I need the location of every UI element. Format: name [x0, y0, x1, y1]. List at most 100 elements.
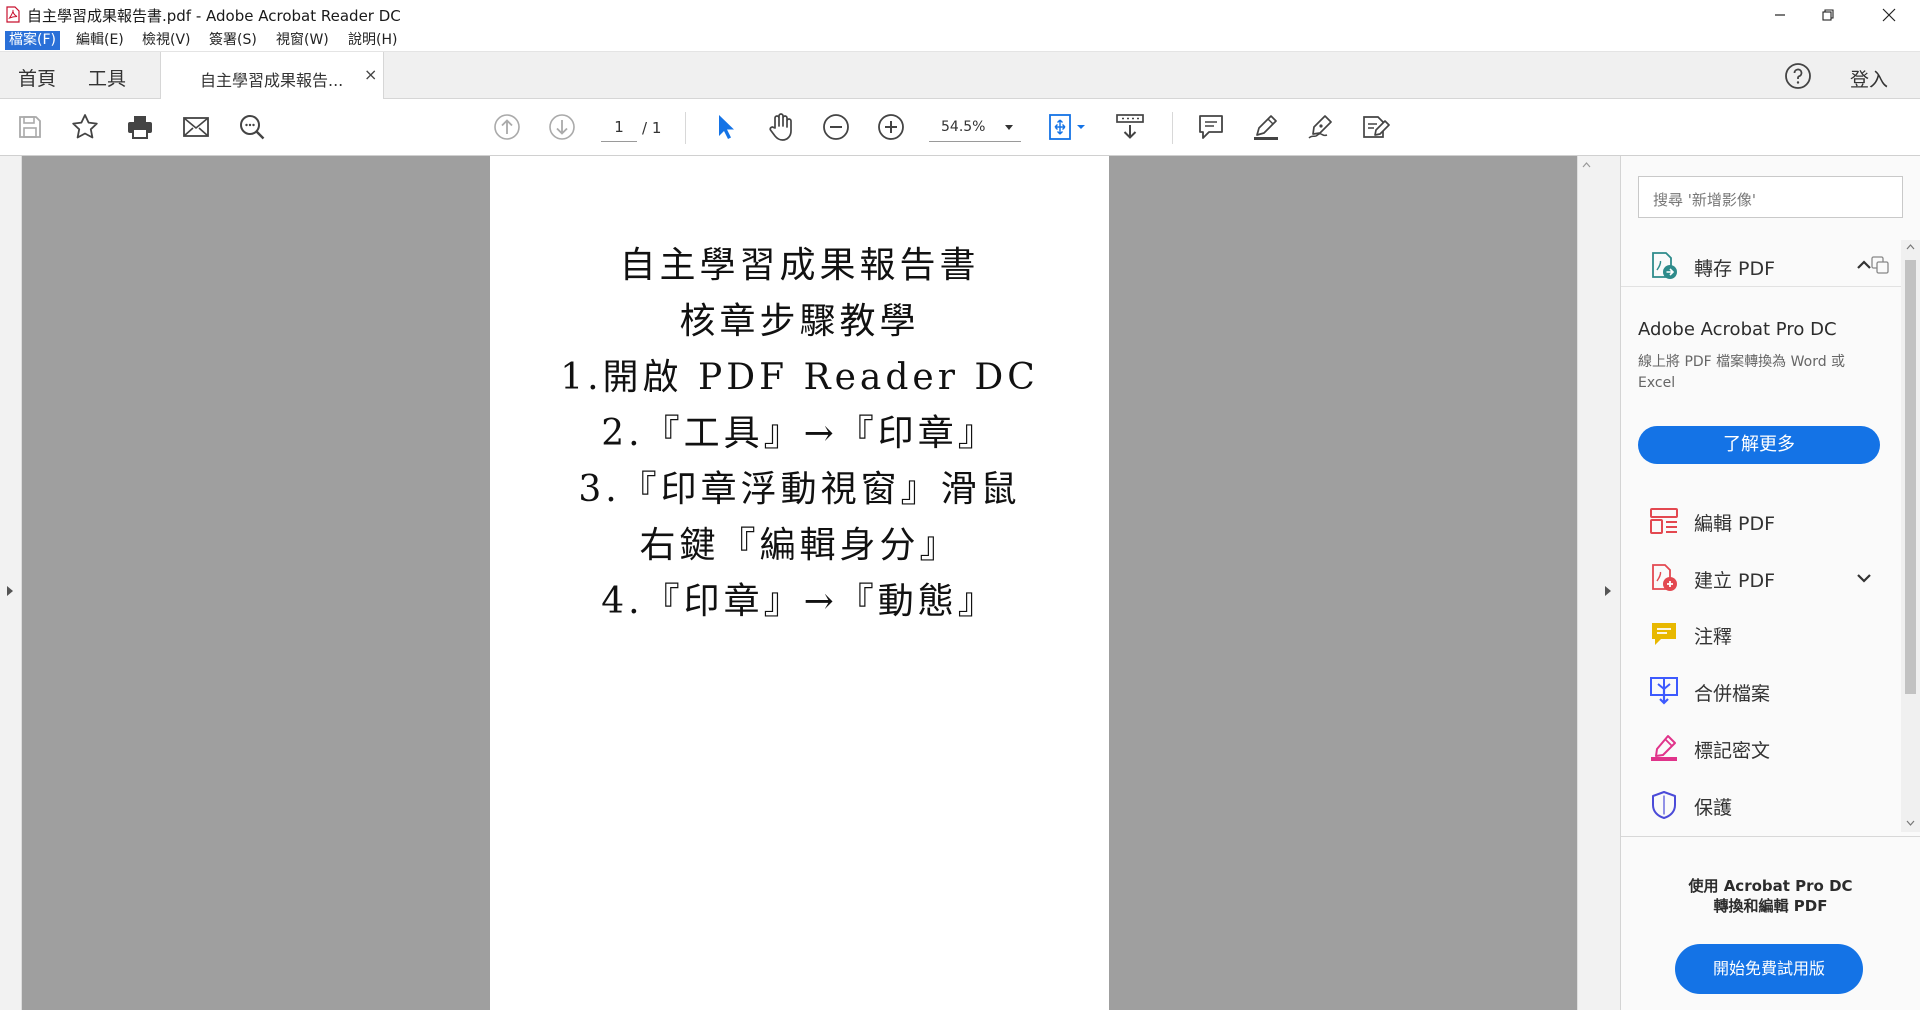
copy-icon — [1871, 256, 1889, 274]
zoom-out-button[interactable] — [820, 111, 852, 143]
next-page-button[interactable] — [546, 111, 578, 143]
arrow-down-circle-icon — [549, 114, 575, 140]
page-text-line: 3.『印章浮動視窗』滑鼠 — [578, 469, 1021, 510]
pdf-page: 自主學習成果報告書 核章步驟教學 1.開啟 PDF Reader DC 2.『工… — [490, 156, 1109, 1010]
menu-bar: 檔案(F) 編輯(E) 檢視(V) 簽署(S) 視窗(W) 說明(H) — [0, 29, 1920, 52]
bookmark-button[interactable] — [69, 111, 101, 143]
scroll-mode-button[interactable] — [1114, 111, 1146, 143]
menu-file[interactable]: 檔案(F) — [5, 31, 60, 50]
menu-help[interactable]: 說明(H) — [344, 31, 401, 50]
highlight-button[interactable] — [1250, 111, 1282, 143]
sign-button[interactable] — [1305, 111, 1337, 143]
tool-combine-files[interactable]: 合併檔案 — [1621, 671, 1901, 711]
zoom-in-button[interactable] — [875, 111, 907, 143]
previous-page-button[interactable] — [491, 111, 523, 143]
chevron-down-icon[interactable] — [1856, 573, 1872, 583]
close-window-button[interactable] — [1866, 0, 1912, 29]
tool-redact[interactable]: 標記密文 — [1621, 728, 1901, 768]
find-button[interactable] — [236, 111, 268, 143]
signin-link[interactable]: 登入 — [1850, 65, 1888, 92]
save-button[interactable] — [14, 111, 46, 143]
minus-circle-icon — [823, 114, 849, 140]
page-text-line: 自主學習成果報告書 — [619, 245, 980, 286]
tool-create-pdf[interactable]: 建立 PDF — [1621, 558, 1901, 598]
restore-icon — [1822, 8, 1834, 21]
stamp-icon — [1363, 116, 1390, 138]
cursor-arrow-icon — [719, 115, 734, 139]
tab-document[interactable]: 自主學習成果報告... × — [160, 52, 384, 99]
tool-edit-pdf[interactable]: 編輯 PDF — [1621, 501, 1901, 541]
tool-label: 保護 — [1694, 797, 1733, 819]
protect-icon — [1649, 790, 1679, 824]
tools-pane-scrollbar[interactable] — [1901, 240, 1920, 832]
fit-page-button[interactable] — [1045, 111, 1089, 143]
plus-circle-icon — [878, 114, 904, 140]
page-number-input[interactable]: 1 — [601, 114, 637, 142]
menu-edit[interactable]: 編輯(E) — [72, 31, 128, 50]
tool-protect[interactable]: 保護 — [1621, 785, 1901, 825]
page-text-line: 核章步驟教學 — [679, 301, 920, 342]
tool-comment[interactable]: 注釋 — [1621, 614, 1901, 654]
menu-window[interactable]: 視窗(W) — [272, 31, 333, 50]
export-pdf-icon — [1649, 251, 1679, 285]
zoom-level-dropdown[interactable]: 54.5% — [929, 114, 1021, 142]
export-pdf-label: 轉存 PDF — [1694, 258, 1776, 280]
learn-more-button[interactable]: 了解更多 — [1638, 426, 1880, 464]
scrollbar-thumb[interactable] — [1905, 260, 1916, 694]
restore-button[interactable] — [1805, 0, 1851, 29]
promo-title: Adobe Acrobat Pro DC — [1638, 319, 1837, 340]
page-total: / 1 — [642, 119, 662, 137]
hand-tool-button[interactable] — [765, 111, 797, 143]
tab-tools[interactable]: 工具 — [88, 64, 126, 91]
redact-icon — [1649, 733, 1679, 767]
close-tab-button[interactable]: × — [364, 65, 377, 84]
menu-view[interactable]: 檢視(V) — [138, 31, 195, 50]
viewer-scrollbar[interactable] — [1577, 156, 1595, 1010]
close-icon — [1882, 8, 1896, 21]
page-text-line: 4.『印章』→『動態』 — [601, 581, 998, 622]
tool-label: 建立 PDF — [1694, 570, 1776, 592]
promo-description: 線上將 PDF 檔案轉換為 Word 或 Excel — [1638, 354, 1846, 391]
tool-label: 編輯 PDF — [1694, 513, 1776, 535]
free-trial-button[interactable]: 開始免費試用版 — [1675, 944, 1863, 994]
scroll-up-icon — [1582, 162, 1591, 168]
chevron-up-icon[interactable] — [1856, 260, 1872, 270]
email-button[interactable] — [180, 111, 212, 143]
expand-left-pane-icon[interactable] — [6, 585, 14, 597]
tab-home[interactable]: 首頁 — [18, 64, 56, 91]
toolbar: 1 / 1 54.5% — [0, 99, 1920, 156]
stamp-button[interactable] — [1360, 111, 1392, 143]
fit-page-icon — [1049, 114, 1085, 140]
pdf-file-icon — [6, 6, 20, 27]
promo-footer-line: 使用 Acrobat Pro DC — [1688, 877, 1853, 895]
help-icon[interactable] — [1784, 62, 1812, 94]
select-tool-button[interactable] — [710, 111, 742, 143]
tool-label: 標記密文 — [1694, 740, 1771, 762]
export-pdf-row[interactable]: 轉存 PDF — [1621, 246, 1901, 286]
pen-sign-icon — [1308, 115, 1332, 139]
arrow-up-circle-icon — [494, 114, 520, 140]
comment-icon — [1649, 619, 1679, 653]
minimize-icon — [1775, 13, 1785, 16]
printer-icon — [128, 116, 152, 139]
scroll-down-icon — [1906, 820, 1915, 826]
scroll-mode-icon — [1116, 114, 1144, 139]
window-title: 自主學習成果報告書.pdf - Adobe Acrobat Reader DC — [27, 7, 401, 25]
menu-sign[interactable]: 簽署(S) — [205, 31, 261, 50]
right-pane-toggle-strip — [1595, 156, 1621, 1010]
toolbar-divider — [1172, 112, 1173, 144]
minimize-button[interactable] — [1757, 0, 1803, 29]
create-pdf-icon — [1649, 563, 1679, 597]
scroll-up-icon — [1906, 244, 1915, 250]
toolbar-divider — [685, 112, 686, 144]
collapse-right-pane-icon[interactable] — [1604, 585, 1612, 597]
pane-divider — [1621, 286, 1901, 287]
document-viewer[interactable]: 自主學習成果報告書 核章步驟教學 1.開啟 PDF Reader DC 2.『工… — [22, 156, 1577, 1010]
comment-button[interactable] — [1195, 111, 1227, 143]
zoom-level-value: 54.5% — [941, 119, 986, 135]
comment-icon — [1199, 115, 1223, 139]
print-button[interactable] — [124, 111, 156, 143]
tools-search-input[interactable]: 搜尋 '新增影像' — [1638, 176, 1903, 218]
combine-files-icon — [1649, 676, 1679, 710]
tool-label: 注釋 — [1694, 626, 1733, 648]
